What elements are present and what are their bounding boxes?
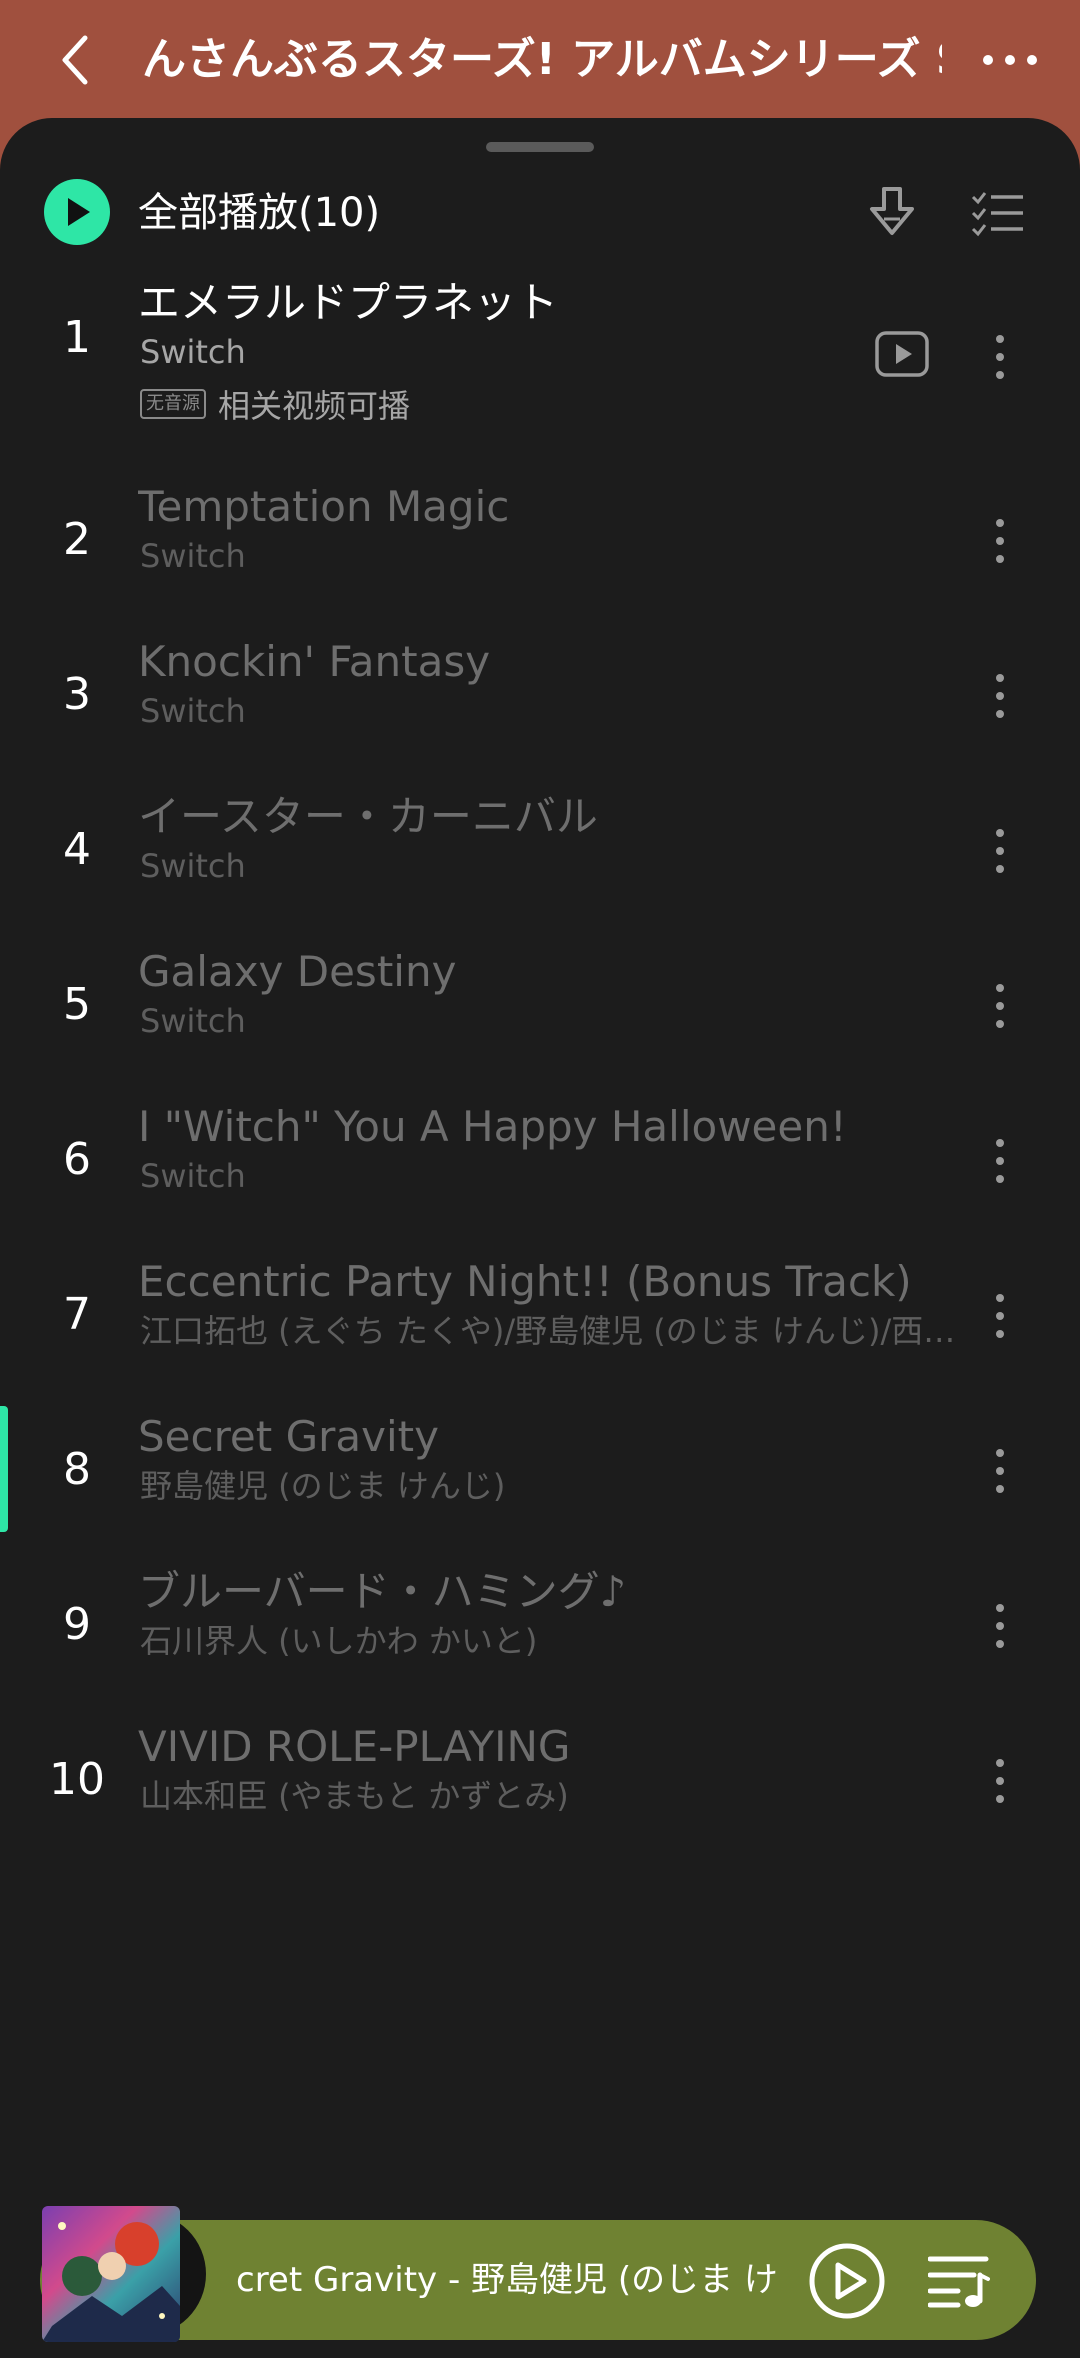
song-row[interactable]: 9 ブルーバード・ハミング♪ 石川界人 (いしかわ かいと) [0, 1551, 1080, 1706]
song-options-button[interactable] [972, 322, 1028, 392]
song-row[interactable]: 5 Galaxy Destiny Switch [0, 931, 1080, 1086]
song-title: VIVID ROLE-PLAYING [138, 1722, 571, 1771]
song-row[interactable]: 7 Eccentric Party Night!! (Bonus Track) … [0, 1241, 1080, 1396]
video-play-icon [875, 331, 929, 377]
back-button[interactable] [40, 22, 110, 98]
song-artist: 江口拓也 (えぐち たくや)/野島健児 (のじま けんじ)/西山宏太朗 (にしや… [140, 1312, 972, 1350]
song-row[interactable]: 3 Knockin' Fantasy Switch [0, 621, 1080, 776]
song-title: ブルーバード・ハミング♪ [138, 1567, 627, 1616]
song-title: エメラルドプラネット [138, 278, 559, 327]
song-title: Eccentric Party Night!! (Bonus Track) [138, 1257, 912, 1306]
song-title: Temptation Magic [138, 482, 510, 531]
song-options-button[interactable] [972, 1126, 1028, 1196]
more-vertical-icon [996, 984, 1004, 1028]
song-artist: 野島健児 (のじま けんじ) [140, 1467, 506, 1505]
related-video-text: 相关视频可播 [218, 387, 411, 425]
video-button[interactable] [870, 322, 934, 386]
song-artist: Switch [140, 847, 246, 885]
no-source-row: 无音源 相关视频可播 [140, 382, 410, 426]
track-number: 5 [63, 979, 91, 1030]
now-playing-text[interactable]: cret Gravity - 野島健児 (のじま けんじ) [236, 2248, 776, 2312]
album-cover [42, 2206, 180, 2342]
more-horizontal-icon [983, 55, 1037, 65]
song-artist: Switch [140, 692, 246, 730]
app-header: んさんぶるスターズ! アルバムシリーズ Switch [0, 0, 1080, 118]
more-button[interactable] [970, 22, 1050, 98]
more-vertical-icon [996, 1604, 1004, 1648]
track-number: 1 [63, 312, 91, 363]
play-circle-icon [809, 2243, 885, 2319]
song-artist: Switch [140, 1002, 246, 1040]
now-playing-indicator [0, 1406, 8, 1532]
playlist-icon [928, 2256, 990, 2308]
track-number: 3 [63, 669, 91, 720]
song-artist: Switch [140, 1157, 246, 1195]
song-options-button[interactable] [972, 1281, 1028, 1351]
song-title: Secret Gravity [138, 1412, 439, 1461]
drag-handle[interactable] [486, 142, 594, 152]
page-title: んさんぶるスターズ! アルバムシリーズ Switch [142, 34, 942, 85]
more-vertical-icon [996, 335, 1004, 379]
song-options-button[interactable] [972, 506, 1028, 576]
song-artist: Switch [140, 537, 246, 575]
download-button[interactable] [862, 178, 922, 248]
play-icon [68, 198, 90, 226]
more-vertical-icon [996, 1449, 1004, 1493]
song-title: Knockin' Fantasy [138, 637, 491, 686]
track-number: 8 [63, 1444, 91, 1495]
song-artist: 山本和臣 (やまもと かずとみ) [140, 1777, 569, 1815]
track-number: 2 [63, 514, 91, 565]
song-title: イースター・カーニバル [138, 792, 598, 841]
song-row[interactable]: 1 エメラルドプラネット Switch 无音源 相关视频可播 [0, 270, 1080, 466]
chevron-left-icon [62, 35, 88, 85]
checklist-icon [971, 192, 1023, 237]
song-row[interactable]: 2 Temptation Magic Switch [0, 466, 1080, 621]
download-icon [870, 187, 914, 235]
song-options-button[interactable] [972, 661, 1028, 731]
song-artist: Switch [140, 333, 246, 371]
song-row[interactable]: 10 VIVID ROLE-PLAYING 山本和臣 (やまもと かずとみ) [0, 1706, 1080, 1861]
song-title: I "Witch" You A Happy Halloween! [138, 1102, 847, 1151]
no-source-badge: 无音源 [140, 389, 206, 419]
song-options-button[interactable] [972, 1591, 1028, 1661]
song-options-button[interactable] [972, 816, 1028, 886]
player-queue-button[interactable] [924, 2244, 994, 2318]
more-vertical-icon [996, 1759, 1004, 1803]
play-all-button[interactable] [44, 179, 110, 245]
track-number: 6 [63, 1134, 91, 1185]
more-vertical-icon [996, 829, 1004, 873]
more-vertical-icon [996, 674, 1004, 718]
song-artist: 石川界人 (いしかわ かいと) [140, 1622, 538, 1660]
song-title: Galaxy Destiny [138, 947, 457, 996]
song-row[interactable]: 8 Secret Gravity 野島健児 (のじま けんじ) [0, 1396, 1080, 1551]
album-cover-art [42, 2206, 180, 2342]
more-vertical-icon [996, 519, 1004, 563]
song-options-button[interactable] [972, 1746, 1028, 1816]
track-number: 10 [49, 1754, 105, 1805]
multi-select-button[interactable] [966, 178, 1030, 248]
song-row[interactable]: 6 I "Witch" You A Happy Halloween! Switc… [0, 1086, 1080, 1241]
now-playing-artwork[interactable] [42, 2206, 206, 2342]
play-all-label[interactable]: 全部播放(10) [138, 180, 380, 246]
more-vertical-icon [996, 1294, 1004, 1338]
song-options-button[interactable] [972, 971, 1028, 1041]
song-list-sheet: 全部播放(10) 1 エメラルドプラネット Switch 无音源 相关视频可播 … [0, 118, 1080, 2358]
track-number: 4 [63, 824, 91, 875]
track-number: 9 [63, 1599, 91, 1650]
song-row[interactable]: 4 イースター・カーニバル Switch [0, 776, 1080, 931]
play-all-row: 全部播放(10) [0, 154, 1080, 274]
more-vertical-icon [996, 1139, 1004, 1183]
player-play-button[interactable] [806, 2240, 888, 2322]
track-number: 7 [63, 1289, 91, 1340]
song-options-button[interactable] [972, 1436, 1028, 1506]
header-title-container: んさんぶるスターズ! アルバムシリーズ Switch [142, 22, 942, 98]
